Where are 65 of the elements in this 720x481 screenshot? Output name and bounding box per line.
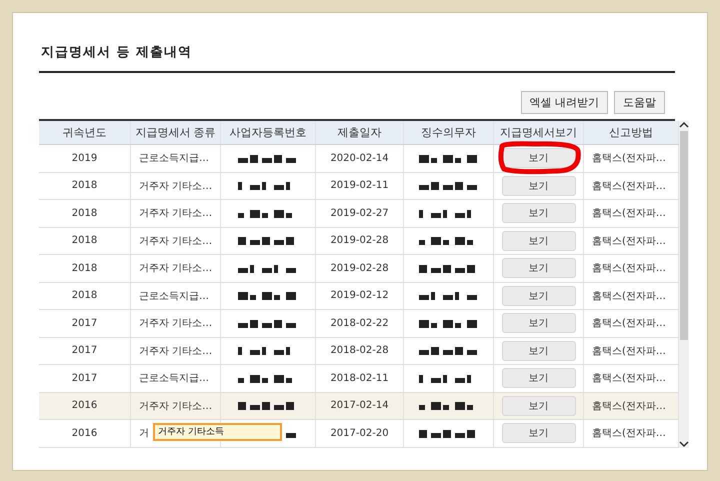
view-button[interactable]: 보기: [502, 148, 576, 168]
table-cell: 2018-02-22: [316, 310, 404, 336]
redacted-mark: [238, 291, 298, 300]
redacted-mark: [238, 154, 298, 163]
table-cell: 2017-02-14: [316, 392, 404, 419]
table-cell: 근로소득지급…: [131, 145, 221, 172]
table-cell: 2019-02-27: [316, 200, 404, 226]
redacted-mark: [238, 264, 298, 273]
table-cell: 거주자 기타소…: [131, 310, 221, 336]
view-button[interactable]: 보기: [502, 258, 576, 278]
view-button[interactable]: 보기: [502, 313, 576, 334]
table-cell: 2018-02-28: [316, 338, 404, 364]
table-cell: 2018: [39, 200, 131, 226]
column-header: 지급명세서 종류: [131, 121, 221, 144]
table-cell: 2018-02-11: [316, 365, 404, 392]
column-header: 지급명세서보기: [494, 121, 584, 144]
table-cell: 2018: [39, 228, 131, 254]
table-cell: 2019-02-12: [316, 282, 404, 309]
redacted-mark: [418, 181, 478, 190]
column-header: 징수의무자: [404, 121, 494, 144]
scroll-down-icon[interactable]: [679, 440, 689, 448]
table-cell: 근로소득지급…: [131, 282, 221, 309]
redacted-mark: [418, 318, 478, 328]
column-header: 사업자등록번호: [221, 121, 316, 144]
view-button[interactable]: 보기: [502, 176, 576, 196]
table-cell: 거주자 기타소…: [131, 255, 221, 282]
table-cell: 2017-02-20: [316, 420, 404, 446]
toolbar-button[interactable]: 도움말: [614, 91, 665, 114]
table-cell: 2018: [39, 172, 131, 199]
view-button[interactable]: 보기: [502, 368, 576, 388]
table-cell: 2020-02-14: [316, 145, 404, 172]
view-button[interactable]: 보기: [502, 423, 576, 444]
scrollbar-thumb[interactable]: [680, 131, 688, 340]
view-button[interactable]: 보기: [502, 286, 576, 306]
table-cell: 2018: [39, 282, 131, 309]
view-button[interactable]: 보기: [502, 396, 576, 416]
redacted-mark: [418, 346, 478, 356]
table-cell: 근로소득지급…: [131, 365, 221, 392]
redacted-mark: [418, 154, 478, 163]
view-button[interactable]: 보기: [502, 203, 576, 224]
table-cell: 2016: [39, 392, 131, 419]
table-cell: 2017: [39, 365, 131, 392]
table-cell: 거주자 기타소…: [131, 392, 221, 419]
table-cell: 거주자 기타소…: [131, 200, 221, 226]
redacted-mark: [418, 291, 478, 300]
table-cell: 2018: [39, 255, 131, 282]
table-cell: 거주자 기타소…: [131, 228, 221, 254]
column-header: 귀속년도: [39, 121, 131, 144]
view-button[interactable]: 보기: [502, 230, 576, 251]
table-cell: 2016: [39, 420, 131, 446]
table-cell: 거주자 기타소…: [131, 338, 221, 364]
toolbar-button[interactable]: 엑셀 내려받기: [520, 91, 608, 114]
scroll-up-icon[interactable]: [679, 121, 689, 129]
view-button[interactable]: 보기: [502, 340, 576, 361]
table-cell: 2019-02-28: [316, 255, 404, 282]
table-cell: 2019-02-11: [316, 172, 404, 199]
table-cell: 2019-02-28: [316, 228, 404, 254]
table-cell: 2019: [39, 145, 131, 172]
tooltip: 거주자 기타소득: [153, 423, 282, 441]
column-header: 제출일자: [316, 121, 404, 144]
table-cell: 2017: [39, 338, 131, 364]
table-cell: 2017: [39, 310, 131, 336]
table-cell: 거주자 기타소…: [131, 172, 221, 199]
page-title: 지급명세서 등 제출내역: [41, 44, 194, 61]
redacted-mark: [238, 318, 298, 328]
